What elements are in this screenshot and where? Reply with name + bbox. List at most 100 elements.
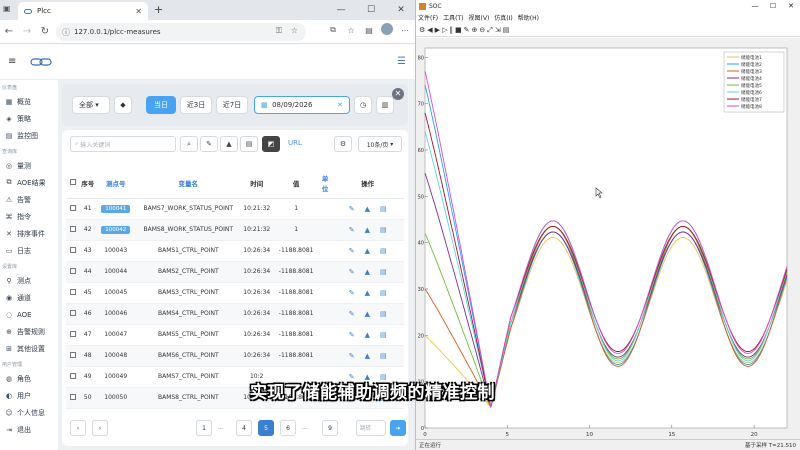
trend-icon[interactable]: ▲ bbox=[365, 247, 370, 255]
settings-icon[interactable]: ⚙ bbox=[419, 26, 425, 34]
sidebar-item[interactable]: ◍ 角色 bbox=[0, 370, 58, 387]
highlight-icon[interactable]: ✎ bbox=[464, 26, 470, 34]
back-icon[interactable]: ← bbox=[0, 26, 18, 37]
figure-menu-item[interactable]: 仿真(I) bbox=[494, 13, 512, 24]
run-back-icon[interactable]: ◀ bbox=[427, 26, 432, 34]
detail-icon[interactable]: ▤ bbox=[380, 352, 387, 360]
sidebar-item[interactable]: ◐ 用户 bbox=[0, 387, 58, 404]
tab-close-icon[interactable]: ✕ bbox=[135, 7, 142, 16]
sidebar-item[interactable]: ✕ 排序事件 bbox=[0, 225, 58, 242]
fig-minimize-icon[interactable]: — bbox=[746, 0, 764, 13]
edit-icon[interactable]: ✎ bbox=[349, 226, 355, 234]
sidebar-item[interactable]: ▭ 日志 bbox=[0, 242, 58, 259]
favorite-star-icon[interactable]: ☆ bbox=[291, 26, 298, 35]
sidebar-item[interactable]: ⚲ 测点 bbox=[0, 272, 58, 289]
fig-close-icon[interactable]: ✕ bbox=[782, 0, 800, 13]
edit-button[interactable]: ✎ bbox=[200, 136, 218, 152]
detail-icon[interactable]: ▤ bbox=[380, 226, 387, 234]
col-time[interactable]: 时间 bbox=[240, 168, 274, 199]
row-checkbox[interactable] bbox=[66, 303, 81, 325]
trend-icon[interactable]: ▲ bbox=[365, 268, 370, 276]
detail-icon[interactable]: ▤ bbox=[380, 268, 387, 276]
edit-icon[interactable]: ✎ bbox=[349, 289, 355, 297]
point-id-tag[interactable]: 100042 bbox=[101, 226, 131, 234]
figure-menu-item[interactable]: 文件(F) bbox=[418, 13, 438, 24]
url-box[interactable]: ⓘ 127.0.0.1/plcc-measures ⚿ ☆ bbox=[56, 23, 306, 41]
table-row[interactable]: 45 100045 BAMS3_CTRL_POINT 10:26:34 -1188.80… bbox=[66, 282, 404, 304]
new-tab-button[interactable]: + bbox=[154, 3, 163, 16]
table-row[interactable]: 41 100041 BAMS7_WORK_STATUS_POINT 10:21:32 1… bbox=[66, 198, 404, 220]
sidebar-item[interactable]: ▤ 监控图 bbox=[0, 127, 58, 144]
stop-icon[interactable]: ■ bbox=[455, 26, 462, 34]
row-checkbox[interactable] bbox=[66, 345, 81, 367]
page-size-select[interactable]: 10条/页 ▾ bbox=[358, 136, 402, 152]
detail-icon[interactable]: ▤ bbox=[380, 289, 387, 297]
refresh-button[interactable]: ◷ bbox=[354, 96, 372, 114]
detail-icon[interactable]: ▤ bbox=[380, 247, 387, 255]
reload-icon[interactable]: ↻ bbox=[36, 26, 54, 37]
extensions-icon[interactable]: ⧉ bbox=[326, 25, 340, 35]
trend-icon[interactable]: ▲ bbox=[365, 205, 370, 213]
more-icon[interactable]: ⋯ bbox=[398, 26, 412, 35]
last3-button[interactable]: 近3日 bbox=[180, 96, 212, 114]
page-button[interactable]: 6 bbox=[280, 420, 296, 436]
trend-icon[interactable]: ▲ bbox=[365, 289, 370, 297]
sidebar-item[interactable]: ☺ 个人信息 bbox=[0, 404, 58, 421]
detail-icon[interactable]: ▤ bbox=[380, 310, 387, 318]
tab-menu-icon[interactable]: ▣ bbox=[3, 4, 11, 13]
col-point-id[interactable]: 测点号 bbox=[95, 168, 137, 199]
col-unit[interactable]: 单位 bbox=[318, 168, 332, 199]
close-window-icon[interactable]: ✕ bbox=[386, 0, 415, 20]
date-picker[interactable]: ▦ 08/09/2026 ✕ bbox=[254, 96, 350, 114]
step-icon[interactable]: ▷ bbox=[442, 26, 447, 34]
row-checkbox[interactable] bbox=[66, 261, 81, 283]
figure-menu-item[interactable]: 工具(T) bbox=[443, 13, 463, 24]
sidebar-item[interactable]: ⌘ 指令 bbox=[0, 208, 58, 225]
sidebar-item[interactable]: ◈ 策略 bbox=[0, 110, 58, 127]
maximize-icon[interactable]: ☐ bbox=[356, 0, 386, 20]
trend-icon[interactable]: ▲ bbox=[365, 310, 370, 318]
fit-icon[interactable]: ⤢ bbox=[487, 26, 493, 35]
site-info-icon[interactable]: ⓘ bbox=[62, 27, 70, 38]
sidebar-item[interactable]: ⊕ 告警规则 bbox=[0, 323, 58, 340]
settings-button[interactable]: ⚙ bbox=[334, 136, 352, 152]
zoom-in-icon[interactable]: ⊕ bbox=[471, 26, 477, 34]
url-link[interactable]: URL bbox=[288, 139, 302, 147]
col-value[interactable]: 值 bbox=[273, 168, 319, 199]
page-button[interactable]: 1 bbox=[196, 420, 212, 436]
search-button[interactable]: ⌕ bbox=[180, 136, 198, 152]
today-button[interactable]: 当日 bbox=[146, 96, 176, 114]
jump-button[interactable]: ➜ bbox=[390, 420, 406, 436]
table-row[interactable]: 42 100042 BAMS8_WORK_STATUS_POINT 10:21:32 1… bbox=[66, 219, 404, 241]
collections-icon[interactable]: ▤ bbox=[362, 26, 376, 35]
sidebar-item[interactable]: ◎ 量测 bbox=[0, 157, 58, 174]
minimize-icon[interactable]: — bbox=[326, 0, 356, 20]
detail-icon[interactable]: ▤ bbox=[380, 331, 387, 339]
table-row[interactable]: 47 100047 BAMS5_CTRL_POINT 10:26:34 -1188.80… bbox=[66, 324, 404, 346]
clear-date-icon[interactable]: ✕ bbox=[337, 101, 343, 109]
profile-avatar[interactable] bbox=[380, 23, 394, 37]
sidebar-item[interactable]: ⚠ 告警 bbox=[0, 191, 58, 208]
row-checkbox[interactable] bbox=[66, 366, 81, 388]
hamburger-icon[interactable]: ≡ bbox=[8, 56, 16, 67]
search-input[interactable]: ⌕ 输入关键词 bbox=[70, 136, 176, 152]
close-filter-icon[interactable]: ✕ bbox=[392, 88, 404, 100]
row-checkbox[interactable] bbox=[66, 387, 81, 409]
trend-icon[interactable]: ▲ bbox=[365, 331, 370, 339]
col-var-name[interactable]: 变量名 bbox=[136, 168, 241, 199]
page-button[interactable]: 4 bbox=[236, 420, 252, 436]
scope-select[interactable]: 全部 ▾ bbox=[72, 96, 110, 114]
sidebar-item[interactable]: ◌ AOE bbox=[0, 306, 58, 323]
edit-icon[interactable]: ✎ bbox=[349, 310, 355, 318]
row-checkbox[interactable] bbox=[66, 219, 81, 241]
table-row[interactable]: 44 100044 BAMS2_CTRL_POINT 10:26:34 -1188.80… bbox=[66, 261, 404, 283]
header-menu-icon[interactable]: ☰ bbox=[397, 56, 406, 67]
edit-icon[interactable]: ✎ bbox=[349, 268, 355, 276]
page-button[interactable]: 5 bbox=[258, 420, 274, 436]
trend-icon[interactable]: ▲ bbox=[365, 352, 370, 360]
legend-box[interactable] bbox=[723, 51, 785, 113]
trend-icon[interactable]: ▲ bbox=[365, 226, 370, 234]
toggle-button[interactable]: ◩ bbox=[262, 136, 280, 152]
jump-input[interactable]: 跳转 bbox=[356, 420, 386, 436]
point-id-tag[interactable]: 100041 bbox=[101, 205, 131, 213]
